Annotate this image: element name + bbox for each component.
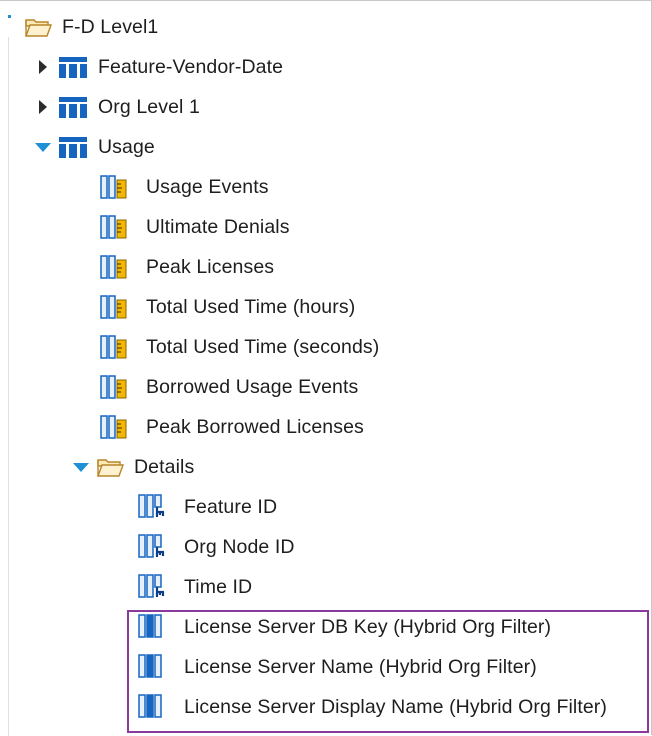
- expand-arrow-icon[interactable]: [34, 58, 52, 76]
- tree-item-detail[interactable]: Feature ID: [0, 487, 652, 527]
- measure-icon: [100, 374, 136, 400]
- tree-item-label: Org Level 1: [98, 95, 200, 118]
- key-column-icon: [138, 573, 174, 601]
- expand-arrow-icon[interactable]: [34, 98, 52, 116]
- measure-icon: [100, 214, 136, 240]
- tree-item-label: Details: [134, 455, 195, 478]
- tree-item-root[interactable]: F-D Level1: [0, 7, 652, 47]
- tree-item-label: Total Used Time (hours): [146, 295, 356, 318]
- highlight-box: [127, 610, 649, 733]
- tree-item-label: Org Node ID: [184, 535, 295, 558]
- tree-item-label: Feature ID: [184, 495, 278, 518]
- measure-icon: [100, 414, 136, 440]
- measure-icon: [100, 334, 136, 360]
- folder-open-icon: [96, 456, 124, 478]
- tree-item-measure[interactable]: Total Used Time (seconds): [0, 327, 652, 367]
- measure-icon: [100, 174, 136, 200]
- tree-item-measure[interactable]: Peak Borrowed Licenses: [0, 407, 652, 447]
- tree-item-measure[interactable]: Ultimate Denials: [0, 207, 652, 247]
- tree-item-measure[interactable]: Total Used Time (hours): [0, 287, 652, 327]
- measure-icon: [100, 254, 136, 280]
- tree-item-org-level-1[interactable]: Org Level 1: [0, 87, 652, 127]
- tree-item-label: Total Used Time (seconds): [146, 335, 380, 358]
- tree-item-measure[interactable]: Borrowed Usage Events: [0, 367, 652, 407]
- tree-item-details[interactable]: Details: [0, 447, 652, 487]
- tree-item-label: Borrowed Usage Events: [146, 375, 359, 398]
- table-icon: [58, 135, 88, 159]
- tree-item-label: Usage: [98, 135, 155, 158]
- tree-item-label: Usage Events: [146, 175, 269, 198]
- tree-item-detail[interactable]: Time ID: [0, 567, 652, 607]
- folder-open-icon: [24, 16, 52, 38]
- tree-item-measure[interactable]: Usage Events: [0, 167, 652, 207]
- key-column-icon: [138, 493, 174, 521]
- tree-panel: F-D Level1 Feature-Vendor-Date Org Level…: [0, 0, 652, 736]
- tree-item-detail[interactable]: Org Node ID: [0, 527, 652, 567]
- measure-icon: [100, 294, 136, 320]
- tree-item-label: Peak Licenses: [146, 255, 275, 278]
- table-icon: [58, 55, 88, 79]
- tree-item-feature-vendor-date[interactable]: Feature-Vendor-Date: [0, 47, 652, 87]
- tree-item-label: Peak Borrowed Licenses: [146, 415, 364, 438]
- tree-item-label: Time ID: [184, 575, 253, 598]
- tree-item-label: Feature-Vendor-Date: [98, 55, 284, 78]
- collapse-arrow-icon[interactable]: [72, 458, 90, 476]
- collapse-arrow-icon[interactable]: [34, 138, 52, 156]
- tree-item-label: Ultimate Denials: [146, 215, 290, 238]
- key-column-icon: [138, 533, 174, 561]
- tree-item-usage[interactable]: Usage: [0, 127, 652, 167]
- tree-item-measure[interactable]: Peak Licenses: [0, 247, 652, 287]
- table-icon: [58, 95, 88, 119]
- tree-item-label: F-D Level1: [62, 15, 159, 38]
